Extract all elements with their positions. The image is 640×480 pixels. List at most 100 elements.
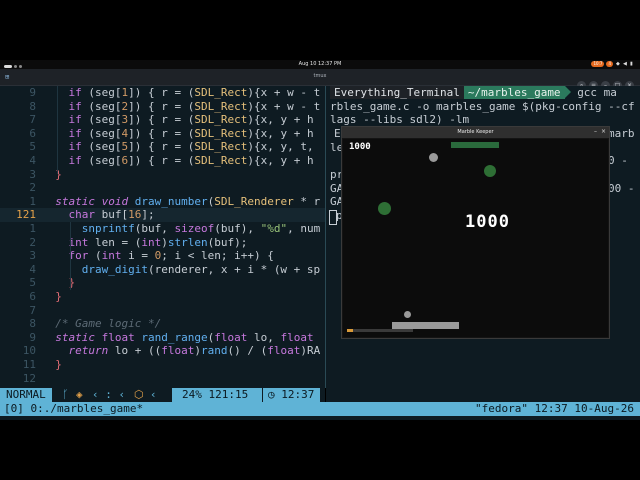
line-number: 1 (29, 222, 36, 235)
code-token: return (68, 344, 109, 358)
code-token: SDL_Rect (194, 126, 248, 140)
code-line[interactable]: 1 static void draw_number(SDL_Renderer *… (0, 195, 325, 209)
line-number: 3 (29, 249, 36, 263)
code-line[interactable]: 2 int len = (int)strlen(buf); (0, 236, 325, 250)
code-token: strlen (167, 235, 208, 249)
code-token: float (267, 344, 301, 358)
code-line[interactable]: 3 for (int i = 0; i < len; i++) { (0, 249, 325, 263)
code-line-current[interactable]: 121 char buf[16]; (0, 208, 325, 222)
code-line[interactable]: 2 (0, 181, 325, 195)
command-text: gcc ma (577, 86, 617, 99)
code-token: ]) { r = ( (128, 126, 195, 140)
code-text: } (42, 168, 62, 182)
line-number: 11 (22, 358, 36, 371)
code-text: } (42, 358, 62, 372)
game-window-controls: – × (590, 128, 606, 135)
statusline-clock: ◷ 12:37 (262, 388, 320, 402)
output-fragment: marb (608, 127, 635, 140)
code-text: for (int i = 0; i < len; i++) { (42, 249, 274, 263)
code-line[interactable]: 11 } (0, 358, 325, 372)
paddle (392, 322, 459, 329)
game-close-button[interactable]: × (601, 128, 606, 135)
code-token: ; i < len; i++) { (161, 249, 274, 263)
code-token: float (161, 344, 195, 358)
code-token: if (68, 154, 82, 167)
volume-icon: ◀ (623, 61, 627, 67)
code-line[interactable]: 6 } (0, 290, 325, 304)
code-token: ]) { r = ( (128, 154, 195, 167)
code-token: (buf); (207, 235, 248, 249)
code-line[interactable]: 6 if (seg[4]) { r = (SDL_Rect){x, y + h (0, 127, 325, 141)
line-number: 121 (16, 208, 36, 222)
code-text: int len = (int)strlen(buf); (42, 235, 248, 250)
code-token: (buf, (134, 222, 175, 235)
game-titlebar[interactable]: Marble Keeper – × (342, 127, 609, 138)
code-token: } (42, 358, 62, 371)
code-token: SDL_Renderer (214, 194, 294, 208)
code-line[interactable]: 4 if (seg[6]) { r = (SDL_Rect){x, y + h (0, 154, 325, 168)
system-tray[interactable]: 10:7 4 ◆ ◀ ▮ (591, 61, 636, 68)
tmux-window-list[interactable]: [0] 0:./marbles_game* (4, 402, 143, 416)
code-line[interactable]: 1 snprintf(buf, sizeof(buf), "%d", num (0, 222, 325, 236)
code-token: SDL_Rect (194, 99, 248, 113)
terminal-cursor (329, 210, 337, 225)
code-token: if (68, 99, 82, 113)
code-line[interactable]: 9 if (seg[1]) { r = (SDL_Rect){x + w - t (0, 86, 325, 100)
score-small: 1000 (349, 142, 371, 152)
marble-green (484, 165, 496, 177)
code-token: ){x, y + h (247, 113, 314, 127)
letterbox-bottom (0, 420, 640, 480)
code-token: , num (287, 222, 321, 235)
code-token: (seg[ (81, 126, 122, 140)
code-line[interactable]: 8 if (seg[2]) { r = (SDL_Rect){x + w - t (0, 100, 325, 114)
git-branch-icon: ᚴ (62, 388, 69, 401)
tray-badge-primary[interactable]: 10:7 (591, 61, 605, 67)
top-bar-block (451, 142, 499, 148)
code-line[interactable]: 4 draw_digit(renderer, x + i * (w + sp (0, 263, 325, 277)
code-token: snprintf (81, 222, 135, 235)
code-line[interactable]: 12 (0, 372, 325, 386)
tmux-host-time: "fedora" 12:37 10-Aug-26 (475, 402, 634, 415)
line-number: 8 (29, 317, 36, 331)
mode-indicator: NORMAL (0, 388, 52, 402)
editor-pane[interactable]: 9 if (seg[1]) { r = (SDL_Rect){x + w - t… (0, 86, 325, 388)
code-line[interactable]: 10 return lo + ((float)rand() / (float)R… (0, 344, 325, 358)
code-line[interactable]: 5 if (seg[5]) { r = (SDL_Rect){x, y, t, (0, 140, 325, 154)
code-token: } (42, 167, 62, 181)
code-text: char buf[16]; (42, 208, 155, 222)
code-token: (seg[ (81, 113, 122, 127)
code-token: float (214, 330, 248, 344)
code-token: int (101, 249, 122, 263)
game-canvas[interactable]: 1000 1000 (343, 139, 608, 337)
prompt-host: Everything_Terminal (330, 86, 464, 99)
game-minimize-button[interactable]: – (594, 128, 597, 135)
code-token: ]) { r = ( (128, 99, 195, 113)
tray-badge-secondary[interactable]: 4 (606, 61, 613, 67)
code-line[interactable]: 3 } (0, 168, 325, 182)
line-number: 6 (29, 290, 36, 303)
code-text: if (seg[5]) { r = (SDL_Rect){x, y, t, (42, 140, 314, 154)
code-token: int (68, 235, 89, 249)
indent-guide (70, 222, 71, 290)
line-number: 8 (29, 99, 36, 113)
code-line[interactable]: 7 (0, 304, 325, 318)
line-number: 9 (29, 86, 36, 99)
code-line[interactable]: 8 /* Game logic */ (0, 317, 325, 331)
clock-icon: ◷ (268, 388, 275, 401)
code-line[interactable]: 5 } (0, 276, 325, 290)
system-clock[interactable]: Aug 10 12:37 PM (0, 60, 640, 69)
file-percent: 24% (182, 388, 202, 401)
code-token: buf[ (95, 208, 129, 222)
letterbox-top (0, 0, 640, 60)
code-line[interactable]: 7 if (seg[3]) { r = (SDL_Rect){x, y + h (0, 113, 325, 127)
game-window[interactable]: Marble Keeper – × 1000 1000 (341, 126, 610, 339)
code-line[interactable]: 9 static float rand_range(float lo, floa… (0, 331, 325, 345)
code-token: ]) { r = ( (128, 86, 195, 99)
